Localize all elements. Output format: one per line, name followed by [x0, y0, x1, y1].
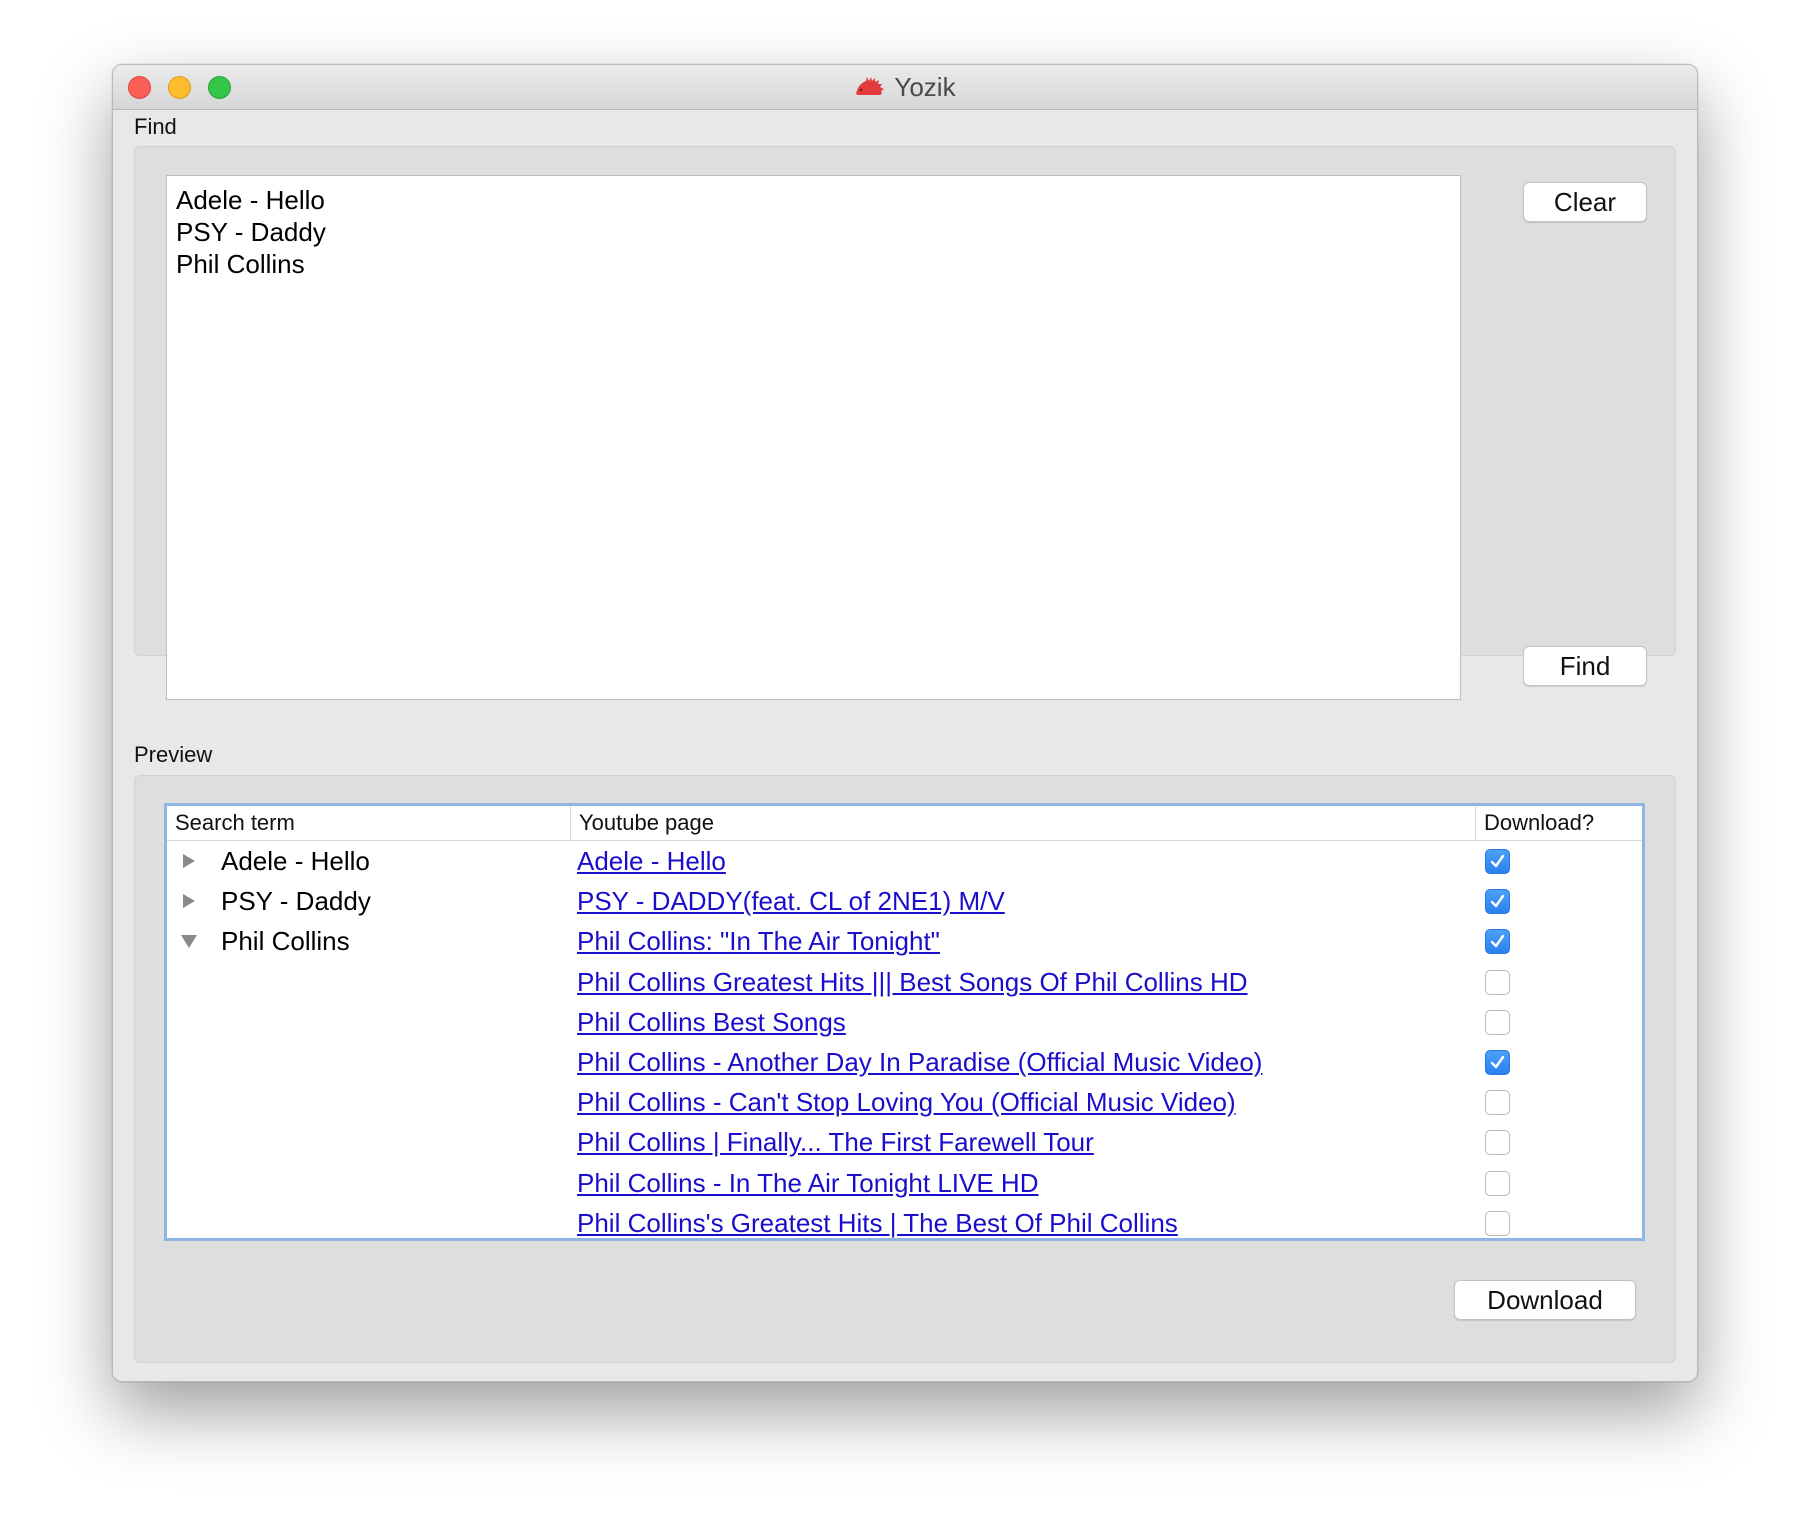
search-term-label: Adele - Hello	[221, 845, 370, 876]
search-term-line: Phil Collins	[176, 249, 305, 279]
download-checkbox[interactable]	[1485, 1009, 1510, 1035]
table-row[interactable]: Phil Collins | Finally... The First Fare…	[167, 1122, 1642, 1162]
column-header-download[interactable]: Download?	[1475, 806, 1642, 840]
youtube-page-link[interactable]: PSY - DADDY(feat. CL of 2NE1) M/V	[577, 881, 1005, 921]
table-row[interactable]: Phil Collins - In The Air Tonight LIVE H…	[167, 1163, 1642, 1203]
column-header-search-term[interactable]: Search term	[167, 806, 572, 840]
table-row[interactable]: Phil Collins - Another Day In Paradise (…	[167, 1042, 1642, 1082]
download-button[interactable]: Download	[1454, 1280, 1636, 1320]
preview-section-label: Preview	[134, 742, 213, 767]
download-checkbox[interactable]	[1485, 1210, 1510, 1236]
table-row[interactable]: Phil Collins Phil Collins: "In The Air To…	[167, 921, 1642, 961]
youtube-page-link[interactable]: Adele - Hello	[577, 841, 726, 881]
hedgehog-icon	[856, 77, 885, 95]
find-section-label: Find	[134, 114, 177, 139]
search-term-line: PSY - Daddy	[176, 217, 326, 247]
disclosure-expanded-icon[interactable]	[179, 931, 199, 951]
table-row[interactable]: Phil Collins Best Songs	[167, 1002, 1642, 1042]
search-term-cell: Phil Collins	[179, 921, 350, 961]
search-terms-textarea[interactable]: Adele - Hello PSY - Daddy Phil Collins	[166, 175, 1461, 700]
download-checkbox[interactable]	[1485, 1130, 1510, 1156]
table-row[interactable]: PSY - Daddy PSY - DADDY(feat. CL of 2NE1)…	[167, 881, 1642, 921]
preview-group: Search term Youtube page Download? Adele…	[134, 775, 1676, 1363]
download-checkbox[interactable]	[1485, 1050, 1510, 1075]
youtube-page-link[interactable]: Phil Collins - In The Air Tonight LIVE H…	[577, 1163, 1038, 1203]
download-checkbox[interactable]	[1485, 969, 1510, 995]
table-row[interactable]: Phil Collins Greatest Hits ||| Best Song…	[167, 962, 1642, 1002]
search-term-label: PSY - Daddy	[221, 885, 371, 916]
youtube-page-link[interactable]: Phil Collins - Can't Stop Loving You (Of…	[577, 1082, 1236, 1122]
youtube-page-link[interactable]: Phil Collins: "In The Air Tonight"	[577, 921, 940, 961]
search-term-cell: Adele - Hello	[179, 841, 370, 881]
table-header: Search term Youtube page Download?	[167, 806, 1642, 841]
youtube-page-link[interactable]: Phil Collins Best Songs	[577, 1002, 846, 1042]
search-term-cell: PSY - Daddy	[179, 881, 371, 921]
find-button[interactable]: Find	[1523, 646, 1647, 686]
app-window: Yozik Find Adele - Hello PSY - Daddy Phi…	[112, 64, 1698, 1382]
disclosure-collapsed-icon[interactable]	[179, 851, 199, 871]
youtube-page-link[interactable]: Phil Collins | Finally... The First Fare…	[577, 1122, 1094, 1162]
clear-button[interactable]: Clear	[1523, 182, 1647, 222]
title-bar[interactable]: Yozik	[113, 65, 1697, 110]
download-checkbox[interactable]	[1485, 889, 1510, 915]
window-title: Yozik	[894, 71, 956, 102]
download-checkbox[interactable]	[1485, 849, 1510, 874]
disclosure-collapsed-icon[interactable]	[179, 891, 199, 911]
checkmark-icon	[1490, 935, 1505, 948]
youtube-page-link[interactable]: Phil Collins's Greatest Hits | The Best …	[577, 1203, 1178, 1238]
table-row[interactable]: Phil Collins's Greatest Hits | The Best …	[167, 1203, 1642, 1238]
find-group: Adele - Hello PSY - Daddy Phil Collins C…	[134, 146, 1676, 700]
column-header-youtube-page[interactable]: Youtube page	[570, 806, 1475, 840]
download-checkbox[interactable]	[1485, 1170, 1510, 1196]
download-checkbox[interactable]	[1485, 1090, 1510, 1116]
youtube-page-link[interactable]: Phil Collins - Another Day In Paradise (…	[577, 1042, 1262, 1082]
search-term-label: Phil Collins	[221, 925, 350, 956]
checkmark-icon	[1490, 854, 1505, 868]
preview-table[interactable]: Search term Youtube page Download? Adele…	[164, 803, 1645, 1241]
checkmark-icon	[1490, 894, 1505, 908]
youtube-page-link[interactable]: Phil Collins Greatest Hits ||| Best Song…	[577, 962, 1248, 1002]
table-row[interactable]: Adele - Hello Adele - Hello	[167, 841, 1642, 881]
table-row[interactable]: Phil Collins - Can't Stop Loving You (Of…	[167, 1082, 1642, 1122]
checkmark-icon	[1490, 1055, 1505, 1069]
download-checkbox[interactable]	[1485, 929, 1510, 955]
search-term-line: Adele - Hello	[176, 185, 325, 215]
window-title-group: Yozik	[113, 65, 1697, 109]
